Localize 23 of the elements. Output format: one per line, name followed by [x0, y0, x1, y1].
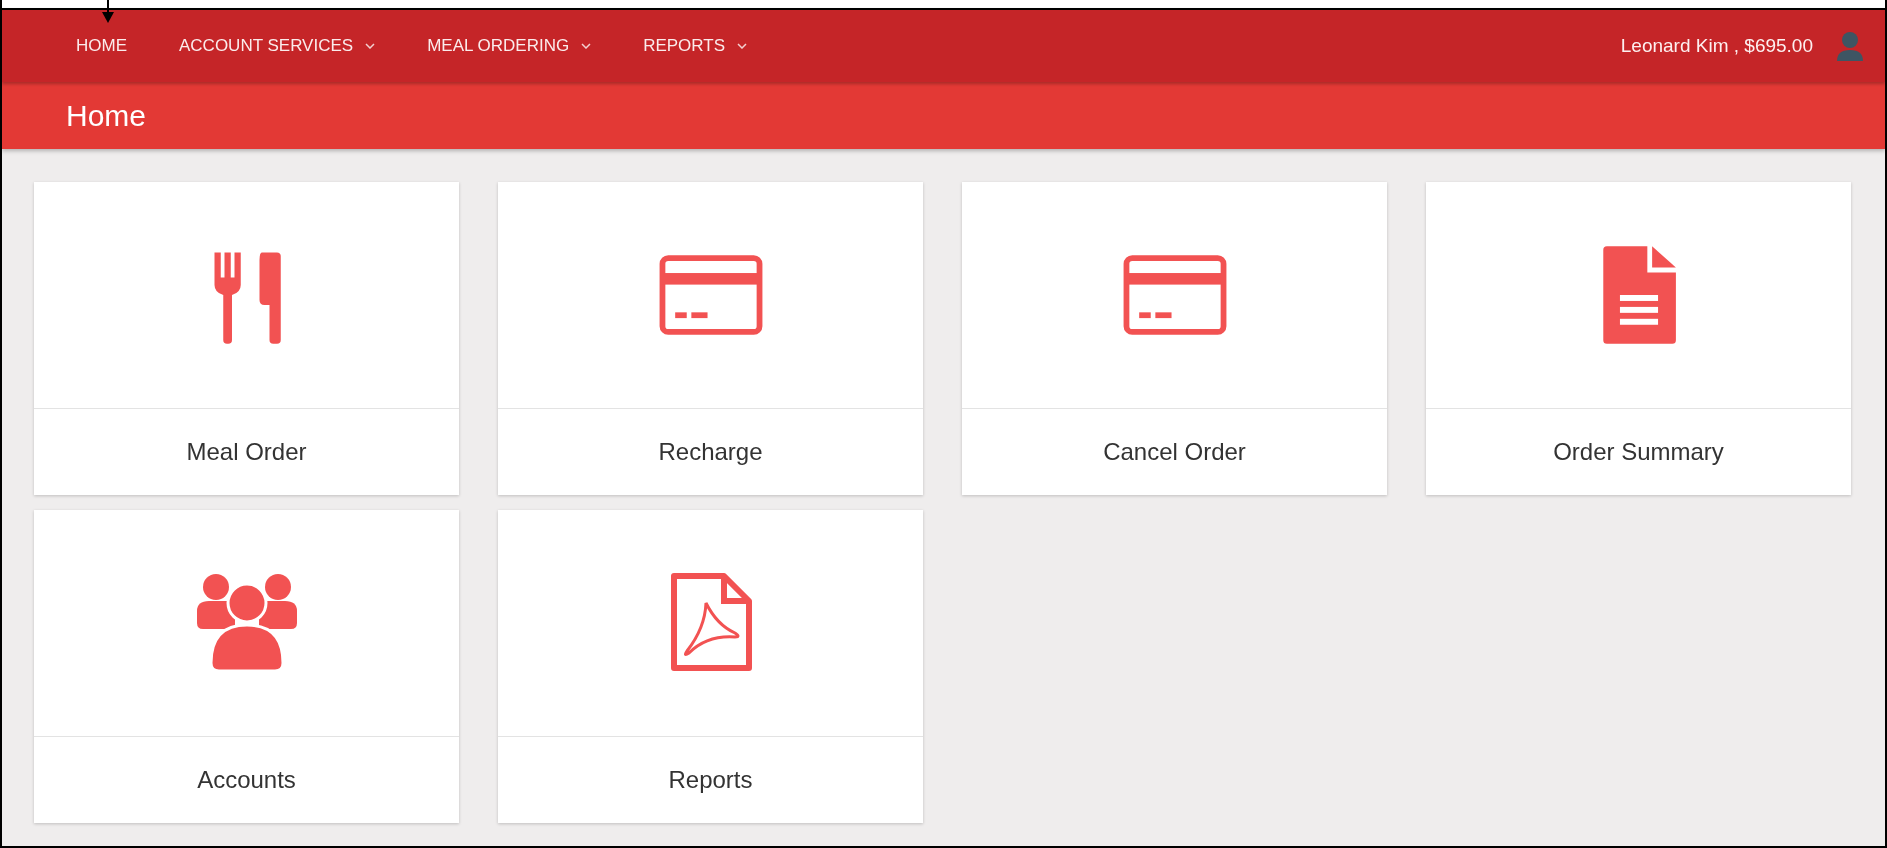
tile-card[interactable]: Meal Order: [34, 182, 459, 495]
caret-icon: [581, 43, 592, 49]
tile-card[interactable]: Reports: [498, 510, 923, 823]
nav-menu-item[interactable]: REPORTS: [643, 36, 748, 56]
caret-icon: [737, 43, 748, 49]
user-silhouette-icon[interactable]: [1835, 30, 1865, 62]
users-icon: [194, 573, 299, 673]
nav-menu-item[interactable]: ACCOUNT SERVICES: [179, 36, 376, 56]
tile-label: Reports: [667, 765, 754, 795]
tile-card[interactable]: Cancel Order: [962, 182, 1387, 495]
caret-icon: [365, 43, 376, 49]
tile-label: Order Summary: [1552, 437, 1725, 467]
tile-card[interactable]: Order Summary: [1426, 182, 1851, 495]
tile-card[interactable]: Recharge: [498, 182, 923, 495]
tile-label: Cancel Order: [1102, 437, 1247, 467]
page-title: Home: [66, 98, 147, 133]
tile-label: Meal Order: [185, 437, 308, 467]
nav-menu-item[interactable]: HOME: [76, 36, 127, 56]
tile-label: Accounts: [196, 765, 297, 795]
user-balance[interactable]: Leonard Kim , $695.00: [1620, 35, 1813, 57]
tile-card[interactable]: Accounts: [34, 510, 459, 823]
tile-label: Recharge: [657, 437, 764, 467]
nav-menu-item[interactable]: MEAL ORDERING: [427, 36, 592, 56]
